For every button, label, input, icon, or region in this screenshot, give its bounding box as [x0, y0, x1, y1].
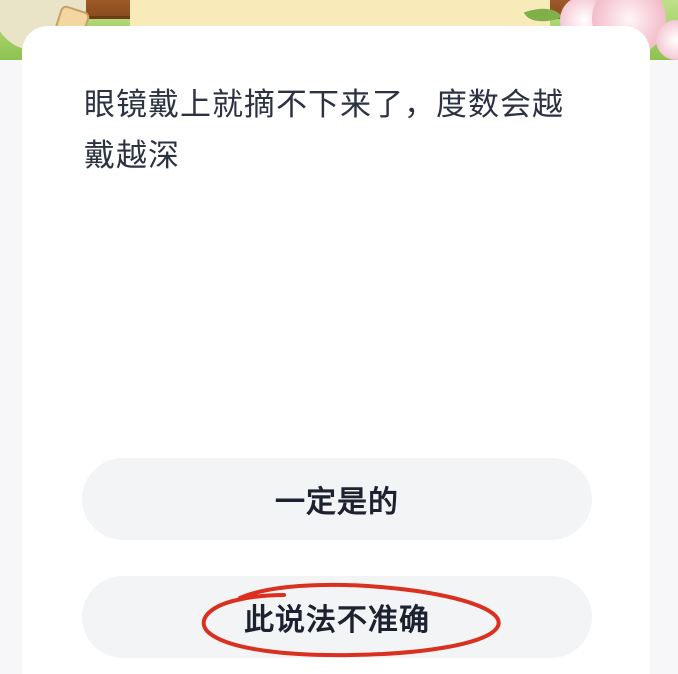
answer-option-2[interactable]: 此说法不准确	[82, 576, 592, 658]
question-text: 眼镜戴上就摘不下来了，度数会越戴越深	[84, 87, 564, 174]
quiz-card: 眼镜戴上就摘不下来了，度数会越戴越深 一定是的 此说法不准确	[22, 26, 650, 674]
answer-option-1[interactable]: 一定是的	[82, 458, 592, 540]
